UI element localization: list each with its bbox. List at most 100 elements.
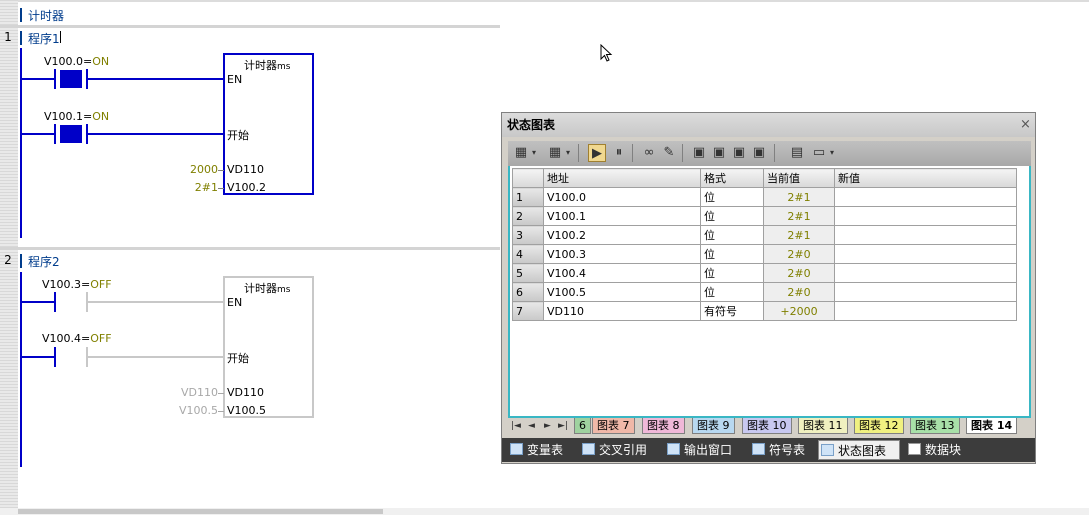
contact-v100-0[interactable] bbox=[60, 70, 82, 88]
address-cell[interactable]: V100.2 bbox=[543, 225, 701, 245]
param-value: VD110 bbox=[181, 386, 218, 399]
sheet-tab-13[interactable]: 图表 13 bbox=[910, 418, 960, 434]
last-sheet-icon[interactable]: ►| bbox=[558, 418, 568, 434]
sheet-tab-bar: |◄ ◄ ► ►| 6 图表 7 图表 8 图表 9 图表 10 图表 11 图… bbox=[508, 418, 1031, 434]
wire bbox=[22, 133, 54, 135]
address-cell[interactable]: V100.4 bbox=[543, 263, 701, 283]
current-value-cell: 2#0 bbox=[763, 263, 835, 283]
sheet-tab-6[interactable]: 6 bbox=[574, 418, 591, 434]
glasses-icon[interactable]: ∞ bbox=[640, 144, 658, 162]
table-row[interactable]: 1 V100.0 位 2#1 bbox=[512, 187, 1017, 207]
read-all-icon[interactable]: ▣ bbox=[750, 144, 768, 162]
tab-symbol-table[interactable]: 符号表 bbox=[750, 440, 805, 460]
table-row[interactable]: 4 V100.3 位 2#0 bbox=[512, 244, 1017, 264]
network-title[interactable]: 程序2 bbox=[28, 253, 60, 270]
address-cell[interactable]: V100.3 bbox=[543, 244, 701, 264]
tab-output-window[interactable]: 输出窗口 bbox=[665, 440, 732, 460]
wire bbox=[88, 133, 225, 135]
dropdown-arrow-icon[interactable]: ▾ bbox=[530, 144, 538, 162]
status-grid[interactable]: 地址 格式 当前值 新值 1 V100.0 位 2#1 2 V100.1 位 2… bbox=[508, 166, 1031, 418]
block-name: 计时器ms bbox=[244, 282, 291, 295]
delete-row-icon[interactable]: ▦ bbox=[546, 144, 564, 162]
chart-status-icon[interactable]: ▶ bbox=[588, 144, 606, 162]
column-header[interactable]: 格式 bbox=[700, 168, 764, 188]
new-value-cell[interactable] bbox=[834, 206, 1017, 226]
close-icon[interactable]: × bbox=[1020, 117, 1031, 132]
insert-row-icon[interactable]: ▦ bbox=[512, 144, 530, 162]
row-number[interactable]: 4 bbox=[512, 244, 544, 264]
format-cell[interactable]: 位 bbox=[700, 187, 764, 207]
sheet-tab-12[interactable]: 图表 12 bbox=[854, 418, 904, 434]
dropdown-arrow-icon[interactable]: ▾ bbox=[828, 144, 836, 162]
network-title[interactable]: 程序1 bbox=[28, 30, 60, 47]
format-cell[interactable]: 位 bbox=[700, 225, 764, 245]
address-cell[interactable]: VD110 bbox=[543, 301, 701, 321]
unlock-icon[interactable]: ▣ bbox=[710, 144, 728, 162]
sheet-tab-14[interactable]: 图表 14 bbox=[966, 418, 1018, 434]
sheet-tab-7[interactable]: 图表 7 bbox=[592, 418, 635, 434]
table-row[interactable]: 5 V100.4 位 2#0 bbox=[512, 263, 1017, 283]
row-number[interactable]: 1 bbox=[512, 187, 544, 207]
toolbar-separator bbox=[774, 144, 775, 162]
table-row[interactable]: 2 V100.1 位 2#1 bbox=[512, 206, 1017, 226]
first-sheet-icon[interactable]: |◄ bbox=[511, 418, 521, 434]
sheet-tab-10[interactable]: 图表 10 bbox=[742, 418, 792, 434]
format-cell[interactable]: 有符号 bbox=[700, 301, 764, 321]
row-number[interactable]: 6 bbox=[512, 282, 544, 302]
address-cell[interactable]: V100.5 bbox=[543, 282, 701, 302]
format-cell[interactable]: 位 bbox=[700, 282, 764, 302]
param-tick bbox=[218, 170, 224, 171]
sheet-tab-8[interactable]: 图表 8 bbox=[642, 418, 685, 434]
next-sheet-icon[interactable]: ► bbox=[544, 418, 551, 434]
row-number[interactable]: 3 bbox=[512, 225, 544, 245]
section-title[interactable]: 计时器 bbox=[28, 7, 64, 24]
sheet-tab-11[interactable]: 图表 11 bbox=[798, 418, 848, 434]
tab-status-chart[interactable]: 状态图表 bbox=[818, 440, 900, 460]
prev-sheet-icon[interactable]: ◄ bbox=[528, 418, 535, 434]
window-titlebar[interactable]: 状态图表 bbox=[502, 113, 1035, 137]
symbol-icon bbox=[752, 443, 765, 455]
force-icon[interactable]: ▣ bbox=[730, 144, 748, 162]
new-value-cell[interactable] bbox=[834, 187, 1017, 207]
table-row[interactable]: 3 V100.2 位 2#1 bbox=[512, 225, 1017, 245]
pencil-icon[interactable]: ✎ bbox=[660, 144, 678, 162]
row-number[interactable]: 2 bbox=[512, 206, 544, 226]
format-cell[interactable]: 位 bbox=[700, 263, 764, 283]
trend-view-icon[interactable]: ▤ bbox=[788, 144, 806, 162]
format-cell[interactable]: 位 bbox=[700, 206, 764, 226]
contact-v100-1[interactable] bbox=[60, 125, 82, 143]
tab-variable-table[interactable]: 变量表 bbox=[508, 440, 563, 460]
tab-data-block[interactable]: 数据块 bbox=[906, 440, 961, 460]
address-cell[interactable]: V100.1 bbox=[543, 206, 701, 226]
document-icon bbox=[908, 443, 921, 455]
wire bbox=[88, 78, 225, 80]
tab-cross-reference[interactable]: 交叉引用 bbox=[580, 440, 647, 460]
new-value-cell[interactable] bbox=[834, 301, 1017, 321]
address-cell[interactable]: V100.0 bbox=[543, 187, 701, 207]
lock-icon[interactable]: ▣ bbox=[690, 144, 708, 162]
scrollbar-thumb[interactable] bbox=[18, 509, 383, 514]
format-cell[interactable]: 位 bbox=[700, 244, 764, 264]
new-value-cell[interactable] bbox=[834, 244, 1017, 264]
contact-v100-4[interactable] bbox=[54, 347, 56, 367]
table-row[interactable]: 6 V100.5 位 2#0 bbox=[512, 282, 1017, 302]
sheet-tab-9[interactable]: 图表 9 bbox=[692, 418, 735, 434]
column-header[interactable]: 当前值 bbox=[763, 168, 835, 188]
table-row[interactable]: 7 VD110 有符号 +2000 bbox=[512, 301, 1017, 321]
new-value-cell[interactable] bbox=[834, 225, 1017, 245]
contact-label: V100.4=OFF bbox=[42, 332, 112, 345]
contact-v100-3[interactable] bbox=[54, 292, 56, 312]
dropdown-arrow-icon[interactable]: ▾ bbox=[564, 144, 572, 162]
column-header[interactable]: 新值 bbox=[834, 168, 1017, 188]
row-number[interactable]: 7 bbox=[512, 301, 544, 321]
column-header[interactable]: 地址 bbox=[543, 168, 701, 188]
status-chart-window[interactable]: 状态图表 × ▦ ▾ ▦ ▾ ▶ ⏸ ∞ ✎ ▣ ▣ ▣ ▣ ▤ ▭ ▾ 地址 … bbox=[501, 112, 1036, 464]
new-value-cell[interactable] bbox=[834, 282, 1017, 302]
row-number[interactable]: 5 bbox=[512, 263, 544, 283]
contact-label: V100.0=ON bbox=[44, 55, 110, 68]
new-value-cell[interactable] bbox=[834, 263, 1017, 283]
param-tick bbox=[218, 393, 224, 394]
display-format-icon[interactable]: ▭ bbox=[810, 144, 828, 162]
pause-icon[interactable]: ⏸ bbox=[610, 144, 628, 162]
current-value-cell: +2000 bbox=[763, 301, 835, 321]
